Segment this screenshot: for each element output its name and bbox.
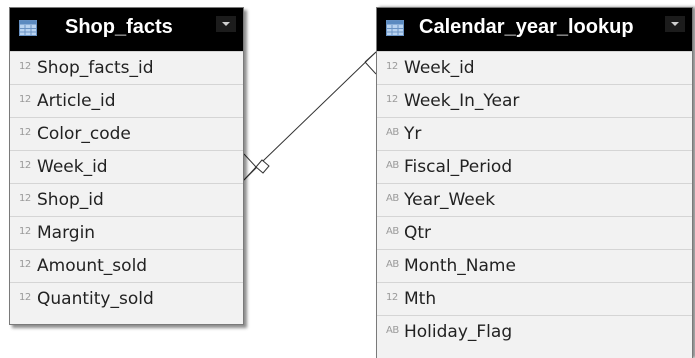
- field-row-week-id[interactable]: 12 Week_id: [377, 51, 692, 84]
- text-type-icon: AB: [386, 325, 399, 336]
- numeric-type-icon: 12: [19, 292, 31, 303]
- relationship-diamond: [255, 159, 270, 174]
- field-row[interactable]: AB Year_Week: [377, 183, 692, 216]
- table-shop-facts[interactable]: Shop_facts 12 Shop_facts_id 12 Article_id …: [9, 7, 244, 325]
- chevron-down-icon[interactable]: [216, 16, 236, 32]
- field-row[interactable]: 12 Shop_id: [10, 183, 243, 216]
- text-type-icon: AB: [386, 127, 399, 138]
- field-row-week-id[interactable]: 12 Week_id: [10, 150, 243, 183]
- text-type-icon: AB: [386, 226, 399, 237]
- field-row[interactable]: 12 Color_code: [10, 117, 243, 150]
- field-row[interactable]: AB Qtr: [377, 216, 692, 249]
- table-header[interactable]: Shop_facts: [10, 8, 243, 51]
- relationship-line[interactable]: [243, 51, 377, 181]
- numeric-type-icon: 12: [19, 127, 31, 138]
- field-name: Shop_id: [37, 190, 104, 210]
- text-type-icon: AB: [386, 259, 399, 270]
- numeric-type-icon: 12: [386, 292, 398, 303]
- field-name: Week_id: [37, 157, 108, 177]
- field-name: Holiday_Flag: [404, 322, 513, 342]
- text-type-icon: AB: [386, 193, 399, 204]
- field-row[interactable]: AB Yr: [377, 117, 692, 150]
- numeric-type-icon: 12: [19, 226, 31, 237]
- field-name: Month_Name: [404, 256, 516, 276]
- numeric-type-icon: 12: [386, 94, 398, 105]
- one-end-fork-top: [364, 51, 377, 63]
- field-row[interactable]: 12 Quantity_sold: [10, 282, 243, 315]
- table-grid-icon: [386, 20, 404, 36]
- field-name: Quantity_sold: [37, 289, 154, 309]
- table-title: Shop_facts: [65, 16, 173, 38]
- field-name: Yr: [404, 124, 422, 144]
- field-name: Margin: [37, 223, 96, 243]
- field-name: Amount_sold: [37, 256, 148, 276]
- field-row[interactable]: 12 Margin: [10, 216, 243, 249]
- field-row[interactable]: 12 Shop_facts_id: [10, 51, 243, 84]
- numeric-type-icon: 12: [19, 160, 31, 171]
- many-crow-foot-upper: [243, 153, 257, 168]
- numeric-type-icon: 12: [19, 61, 31, 72]
- field-name: Qtr: [404, 223, 432, 243]
- field-row[interactable]: 12 Mth: [377, 282, 692, 315]
- numeric-type-icon: 12: [19, 259, 31, 270]
- field-row[interactable]: 12 Article_id: [10, 84, 243, 117]
- text-type-icon: AB: [386, 160, 399, 171]
- field-name: Week_id: [404, 58, 475, 78]
- one-end-fork-bottom: [364, 61, 377, 75]
- field-row[interactable]: AB Fiscal_Period: [377, 150, 692, 183]
- field-name: Fiscal_Period: [404, 157, 513, 177]
- numeric-type-icon: 12: [386, 61, 398, 72]
- table-calendar-year-lookup[interactable]: Calendar_year_lookup 12 Week_id 12 Week_In…: [376, 7, 693, 358]
- field-name: Shop_facts_id: [37, 58, 154, 78]
- field-name: Color_code: [37, 124, 131, 144]
- field-name: Year_Week: [404, 190, 496, 210]
- field-row[interactable]: 12 Amount_sold: [10, 249, 243, 282]
- numeric-type-icon: 12: [19, 193, 31, 204]
- field-name: Mth: [404, 289, 437, 309]
- table-title: Calendar_year_lookup: [419, 16, 634, 38]
- numeric-type-icon: 12: [19, 94, 31, 105]
- field-row[interactable]: 12 Week_In_Year: [377, 84, 692, 117]
- field-row[interactable]: AB Holiday_Flag: [377, 315, 692, 348]
- many-crow-foot-lower: [243, 166, 257, 181]
- field-row[interactable]: AB Month_Name: [377, 249, 692, 282]
- table-header[interactable]: Calendar_year_lookup: [377, 8, 692, 51]
- chevron-down-icon[interactable]: [665, 16, 685, 32]
- table-grid-icon: [19, 20, 37, 36]
- field-name: Article_id: [37, 91, 116, 111]
- field-name: Week_In_Year: [404, 91, 520, 111]
